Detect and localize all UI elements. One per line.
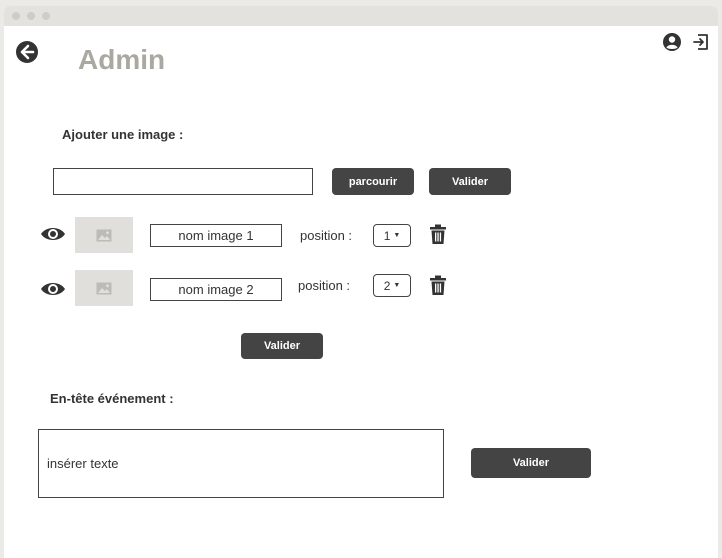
chevron-down-icon: ▼ — [393, 282, 401, 289]
image-placeholder-icon — [96, 229, 112, 241]
event-header-textarea[interactable]: insérer texte — [38, 429, 444, 498]
textarea-placeholder: insérer texte — [47, 456, 119, 471]
event-header-label: En-tête événement : — [50, 391, 174, 406]
browse-button[interactable]: parcourir — [332, 168, 414, 195]
page-title: Admin — [78, 44, 166, 75]
logout-icon[interactable] — [692, 33, 710, 51]
position-select[interactable]: 1 ▼ — [373, 224, 411, 247]
add-image-label: Ajouter une image : — [62, 127, 184, 142]
images-submit-button[interactable]: Valider — [241, 333, 323, 359]
position-value: 2 — [383, 278, 391, 293]
image-thumbnail — [75, 217, 133, 253]
position-select[interactable]: 2 ▼ — [373, 274, 411, 297]
window-titlebar — [4, 6, 718, 26]
chevron-down-icon: ▼ — [393, 232, 401, 239]
add-image-submit-button[interactable]: Valider — [429, 168, 511, 195]
image-thumbnail — [75, 270, 133, 306]
position-label: position : — [298, 278, 351, 293]
position-label: position : — [300, 228, 353, 243]
eye-icon[interactable] — [40, 279, 66, 299]
window-dot — [42, 12, 50, 20]
eye-icon[interactable] — [40, 224, 66, 244]
trash-icon[interactable] — [429, 275, 447, 296]
window-dot — [12, 12, 20, 20]
browser-window: Admin Ajouter une image : parcourir Vali… — [4, 6, 718, 558]
image-name-field[interactable]: nom image 1 — [150, 224, 282, 247]
back-arrow-icon[interactable] — [15, 40, 39, 64]
window-dot — [27, 12, 35, 20]
image-name-field[interactable]: nom image 2 — [150, 278, 282, 301]
user-account-icon[interactable] — [662, 32, 682, 52]
trash-icon[interactable] — [429, 224, 447, 245]
image-file-input[interactable] — [53, 168, 313, 195]
position-value: 1 — [383, 228, 391, 243]
image-placeholder-icon — [96, 282, 112, 294]
event-header-submit-button[interactable]: Valider — [471, 448, 591, 478]
